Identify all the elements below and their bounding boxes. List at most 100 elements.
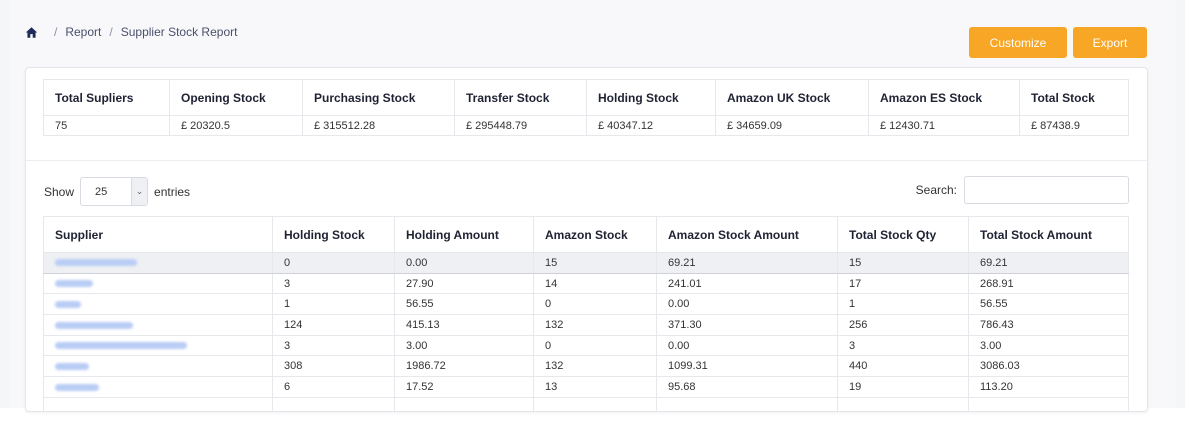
- column-header-total-stock-qty[interactable]: Total Stock Qty: [837, 216, 969, 253]
- holding-amount-cell: 17.52: [394, 376, 534, 398]
- amazon-stock-cell: 13: [533, 376, 657, 398]
- customize-button[interactable]: Customize: [969, 27, 1067, 58]
- supplier-link[interactable]: [43, 273, 273, 295]
- amazon-stock-amount-cell: 0.00: [656, 335, 838, 357]
- supplier-link[interactable]: [43, 355, 273, 378]
- column-header-amazon-stock-amount[interactable]: Amazon Stock Amount: [656, 216, 838, 253]
- holding-stock-cell: 124: [272, 314, 395, 336]
- table-row[interactable]: 3 3.00 0 0.00 3 3.00: [43, 335, 1129, 357]
- supplier-link[interactable]: [43, 252, 273, 274]
- summary-header-opening-stock: Opening Stock: [169, 79, 303, 116]
- breadcrumb: / Report / Supplier Stock Report: [25, 25, 237, 39]
- supplier-stock-table: Supplier Holding Stock Holding Amount Am…: [43, 216, 1129, 411]
- total-stock-qty-cell: 3: [837, 335, 969, 357]
- breadcrumb-report-link[interactable]: Report: [65, 25, 101, 39]
- summary-value-opening-stock: £ 20320.5: [169, 115, 303, 136]
- holding-amount-cell: 27.90: [394, 273, 534, 295]
- summary-table: Total Supliers Opening Stock Purchasing …: [43, 79, 1129, 136]
- summary-header-amazon-es-stock: Amazon ES Stock: [868, 79, 1020, 116]
- summary-header-total-suppliers: Total Supliers: [43, 79, 170, 116]
- entries-label: entries: [154, 184, 191, 199]
- column-header-holding-stock[interactable]: Holding Stock: [272, 216, 395, 253]
- supplier-link[interactable]: [43, 376, 273, 398]
- table-row[interactable]: 0 0.00 15 69.21 15 69.21: [43, 252, 1129, 274]
- summary-value-holding-stock: £ 40347.12: [586, 115, 716, 136]
- holding-stock-cell: 308: [272, 355, 395, 378]
- entries-length-control: Show 25 ⌄ entries: [44, 177, 190, 206]
- summary-value-total-suppliers: 75: [43, 115, 170, 136]
- table-row[interactable]: 308 1986.72 132 1099.31 440 3086.03: [43, 355, 1129, 378]
- summary-header-amazon-uk-stock: Amazon UK Stock: [715, 79, 869, 116]
- total-stock-amount-cell: [968, 397, 1129, 411]
- table-row[interactable]: 3 27.90 14 241.01 17 268.91: [43, 273, 1129, 295]
- amazon-stock-amount-cell: [656, 397, 838, 411]
- total-stock-qty-cell: 19: [837, 376, 969, 398]
- total-stock-amount-cell: 786.43: [968, 314, 1129, 336]
- summary-value-transfer-stock: £ 295448.79: [454, 115, 587, 136]
- holding-stock-cell: 1: [272, 293, 395, 316]
- amazon-stock-amount-cell: 0.00: [656, 293, 838, 316]
- total-stock-amount-cell: 113.20: [968, 376, 1129, 398]
- total-stock-amount-cell: 3.00: [968, 335, 1129, 357]
- table-row[interactable]: 6 17.52 13 95.68 19 113.20: [43, 376, 1129, 398]
- entries-select[interactable]: 25 ⌄: [80, 177, 149, 206]
- total-stock-qty-cell: 256: [837, 314, 969, 336]
- summary-header-purchasing-stock: Purchasing Stock: [302, 79, 455, 116]
- table-row[interactable]: 1 56.55 0 0.00 1 56.55: [43, 293, 1129, 316]
- amazon-stock-cell: 0: [533, 335, 657, 357]
- holding-stock-cell: 3: [272, 335, 395, 357]
- holding-amount-cell: 3.00: [394, 335, 534, 357]
- amazon-stock-cell: 14: [533, 273, 657, 295]
- total-stock-amount-cell: 3086.03: [968, 355, 1129, 378]
- amazon-stock-cell: 0: [533, 293, 657, 316]
- amazon-stock-amount-cell: 371.30: [656, 314, 838, 336]
- table-row[interactable]: 124 415.13 132 371.30 256 786.43: [43, 314, 1129, 336]
- table-header-row: Supplier Holding Stock Holding Amount Am…: [43, 216, 1129, 253]
- holding-amount-cell: [394, 397, 534, 411]
- total-stock-qty-cell: 1: [837, 293, 969, 316]
- holding-amount-cell: 56.55: [394, 293, 534, 316]
- amazon-stock-cell: 15: [533, 252, 657, 274]
- summary-value-amazon-uk-stock: £ 34659.09: [715, 115, 869, 136]
- column-header-total-stock-amount[interactable]: Total Stock Amount: [968, 216, 1129, 253]
- amazon-stock-cell: [533, 397, 657, 411]
- summary-header-total-stock: Total Stock: [1019, 79, 1129, 116]
- total-stock-qty-cell: 15: [837, 252, 969, 274]
- show-label: Show: [44, 184, 75, 199]
- summary-header-holding-stock: Holding Stock: [586, 79, 716, 116]
- search-input[interactable]: [964, 176, 1129, 204]
- table-row[interactable]: [43, 397, 1129, 411]
- search-label: Search:: [915, 183, 957, 197]
- home-icon[interactable]: [25, 26, 38, 39]
- amazon-stock-cell: 132: [533, 355, 657, 378]
- search-control: Search:: [916, 176, 1129, 204]
- holding-amount-cell: 0.00: [394, 252, 534, 274]
- bottom-band: [0, 408, 1185, 435]
- column-header-supplier[interactable]: Supplier: [43, 216, 273, 253]
- summary-value-purchasing-stock: £ 315512.28: [302, 115, 455, 136]
- holding-amount-cell: 415.13: [394, 314, 534, 336]
- chevron-down-icon[interactable]: ⌄: [131, 178, 148, 205]
- summary-header-row: Total Supliers Opening Stock Purchasing …: [43, 79, 1129, 116]
- supplier-link[interactable]: [43, 293, 273, 316]
- supplier-link[interactable]: [43, 335, 273, 357]
- supplier-link[interactable]: [43, 314, 273, 336]
- total-stock-amount-cell: 268.91: [968, 273, 1129, 295]
- total-stock-amount-cell: 69.21: [968, 252, 1129, 274]
- total-stock-qty-cell: [837, 397, 969, 411]
- column-header-amazon-stock[interactable]: Amazon Stock: [533, 216, 657, 253]
- breadcrumb-separator: /: [54, 25, 58, 39]
- holding-stock-cell: 0: [272, 252, 395, 274]
- report-card: Total Supliers Opening Stock Purchasing …: [25, 67, 1148, 412]
- summary-header-transfer-stock: Transfer Stock: [454, 79, 587, 116]
- amazon-stock-amount-cell: 1099.31: [656, 355, 838, 378]
- supplier-link[interactable]: [43, 397, 273, 411]
- holding-stock-cell: [272, 397, 395, 411]
- section-divider: [26, 160, 1147, 161]
- summary-value-amazon-es-stock: £ 12430.71: [868, 115, 1020, 136]
- total-stock-qty-cell: 440: [837, 355, 969, 378]
- export-button[interactable]: Export: [1073, 27, 1147, 58]
- column-header-holding-amount[interactable]: Holding Amount: [394, 216, 534, 253]
- total-stock-qty-cell: 17: [837, 273, 969, 295]
- holding-stock-cell: 6: [272, 376, 395, 398]
